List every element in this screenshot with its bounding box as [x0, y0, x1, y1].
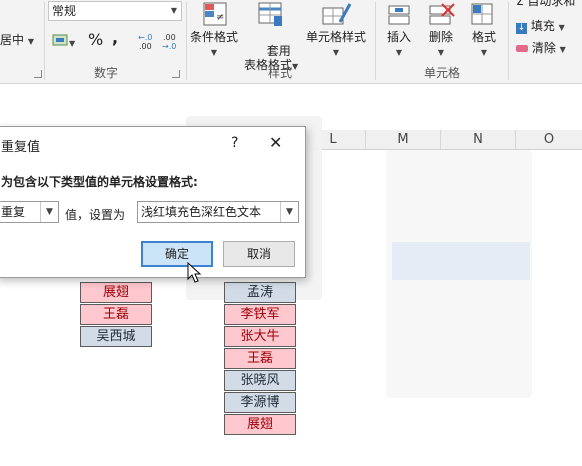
delete-label: 删除	[429, 30, 454, 44]
fill-button[interactable]: ↓ 填充 ▼	[516, 19, 582, 35]
clear-button[interactable]: 清除 ▼	[516, 41, 582, 57]
chevron-down-icon: ▼	[292, 62, 299, 71]
svg-text:→.0: →.0	[162, 42, 176, 50]
name-cell[interactable]: 孟涛	[224, 282, 296, 303]
column-header-n[interactable]: N	[440, 130, 515, 150]
format-style-value: 浅红填充色深红色文本	[141, 205, 262, 219]
sigma-icon: Σ	[516, 0, 524, 8]
format-button[interactable]: 格式 ▼	[472, 30, 496, 60]
chevron-down-icon: ▼	[559, 45, 566, 54]
delete-cells-icon	[428, 2, 456, 28]
conditional-format-icon: ≠	[203, 2, 229, 28]
duplicate-values-dialog: 重复值 ? ✕ 为包含以下类型值的单元格设置格式: 重复 ▼ 值，设置为 浅红填…	[0, 126, 306, 278]
name-cell[interactable]: 王磊	[80, 304, 152, 325]
name-cell[interactable]: 展翅	[80, 282, 152, 303]
name-cell[interactable]: 张晓风	[224, 370, 296, 391]
table-format-icon	[258, 2, 284, 28]
column-header-o[interactable]: O	[515, 130, 582, 150]
insert-button[interactable]: 插入 ▼	[387, 30, 411, 60]
merge-center-label: 居中	[0, 33, 25, 47]
name-cell[interactable]: 吴西城	[80, 326, 152, 347]
number-format-select[interactable]: 常规 ▼	[48, 1, 182, 21]
help-button[interactable]: ?	[231, 135, 238, 151]
chevron-down-icon: ▼	[437, 48, 445, 57]
close-icon[interactable]: ✕	[269, 133, 282, 152]
cell-style-button[interactable]: 单元格样式 ▼	[306, 30, 366, 60]
svg-text:▼: ▼	[69, 39, 76, 48]
set-as-label: 值，设置为	[65, 208, 126, 222]
chevron-down-icon: ▼	[480, 48, 488, 57]
chevron-down-icon: ▼	[332, 48, 340, 57]
format-style-select[interactable]: 浅红填充色深红色文本 ▼	[137, 201, 299, 223]
styles-group-label: 样式	[268, 66, 293, 80]
name-cell[interactable]: 展翅	[224, 414, 296, 435]
value-type-value: 重复	[1, 205, 26, 219]
increase-decimal-icon[interactable]: ←.0.00	[138, 32, 158, 51]
chevron-down-icon: ▼	[280, 202, 298, 222]
format-label: 格式	[472, 30, 497, 44]
name-cell[interactable]: 李铁军	[224, 304, 296, 325]
insert-cells-icon	[387, 2, 413, 28]
group-separator	[508, 2, 509, 80]
format-cells-icon	[470, 2, 496, 28]
cell-style-label: 单元格样式	[306, 30, 367, 44]
clear-label: 清除	[531, 41, 556, 55]
mouse-pointer-icon	[186, 261, 204, 286]
autosum-label: 自动求和	[527, 0, 576, 8]
eraser-icon	[516, 45, 528, 52]
group-separator	[186, 2, 187, 80]
cell-style-icon	[322, 2, 352, 28]
delete-button[interactable]: 删除 ▼	[429, 30, 453, 60]
dialog-prompt: 为包含以下类型值的单元格设置格式:	[1, 175, 198, 189]
cancel-button[interactable]: 取消	[223, 241, 295, 267]
value-type-select[interactable]: 重复 ▼	[0, 201, 59, 223]
svg-text:≠: ≠	[216, 12, 224, 23]
autosum-button[interactable]: Σ 自动求和	[516, 0, 582, 8]
decrease-decimal-icon[interactable]: .00 →.0	[162, 32, 182, 51]
column-header-m[interactable]: M	[365, 130, 440, 150]
dialog-launcher-icon[interactable]	[34, 70, 42, 78]
svg-text:.00: .00	[163, 33, 176, 42]
name-cell[interactable]: 李源博	[224, 392, 296, 413]
dialog-launcher-icon[interactable]	[172, 70, 180, 78]
chevron-down-icon: ▼	[40, 202, 58, 222]
chevron-down-icon: ▼	[395, 48, 403, 57]
number-format-value: 常规	[52, 4, 77, 18]
svg-text:.00: .00	[139, 42, 152, 50]
ribbon: 居中 ▼ 常规 ▼ ▼ % , ←.0.00 .00 →.0 数字 ≠ 条件格式 …	[0, 0, 582, 84]
chevron-down-icon: ▼	[558, 23, 565, 32]
cells-group-label: 单元格	[424, 66, 461, 80]
fill-label: 填充	[530, 19, 555, 33]
conditional-format-button[interactable]: 条件格式 ▼	[190, 30, 238, 60]
comma-symbol: ,	[112, 28, 119, 47]
chevron-down-icon: ▼	[170, 6, 177, 15]
dialog-title: 重复值	[1, 140, 41, 155]
faded-highlight-band	[392, 242, 530, 280]
percent-symbol: %	[88, 30, 104, 49]
svg-text:←.0: ←.0	[138, 33, 152, 42]
number-group-label: 数字	[94, 66, 119, 80]
insert-label: 插入	[387, 30, 412, 44]
percent-button[interactable]: %	[88, 30, 104, 49]
accounting-format-icon[interactable]: ▼	[52, 32, 78, 50]
fill-down-icon: ↓	[516, 23, 527, 34]
name-cell[interactable]: 王磊	[224, 348, 296, 369]
conditional-format-label: 条件格式	[190, 30, 239, 44]
merge-center-button[interactable]: 居中 ▼	[0, 33, 34, 49]
group-separator	[44, 2, 45, 80]
comma-button[interactable]: ,	[112, 28, 119, 47]
group-separator	[375, 2, 376, 80]
chevron-down-icon: ▼	[210, 48, 218, 57]
chevron-down-icon: ▼	[27, 37, 34, 46]
name-cell[interactable]: 张大牛	[224, 326, 296, 347]
